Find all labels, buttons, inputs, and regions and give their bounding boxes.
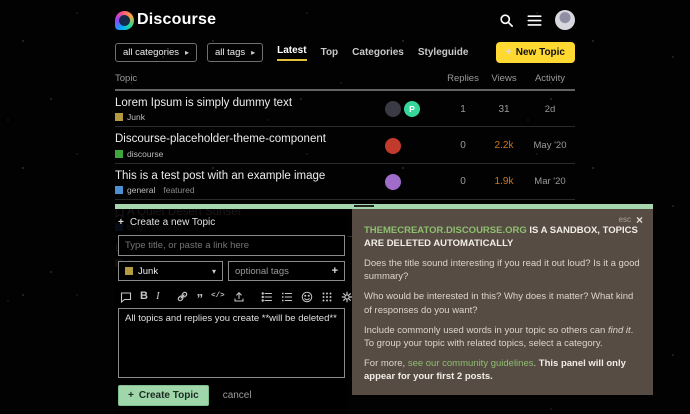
category-color-square [125, 267, 133, 275]
gear-icon[interactable] [341, 291, 353, 303]
category-filter-dropdown[interactable]: all categories ▸ [115, 43, 197, 62]
composer-toolbar: B I ” </> [120, 290, 343, 303]
topic-posters [385, 174, 443, 190]
topic-list-header: Topic Replies Views Activity [115, 73, 575, 91]
create-topic-label: Create Topic [139, 390, 199, 401]
composer-tip-panel: esc × THEMECREATOR.DISCOURSE.ORG IS A SA… [352, 209, 653, 395]
tab-styleguide[interactable]: Styleguide [418, 47, 469, 58]
comment-icon[interactable] [120, 291, 132, 303]
new-topic-label: New Topic [516, 47, 565, 58]
topic-row: Discourse-placeholder-theme-component di… [115, 127, 575, 163]
replies-count: 0 [443, 176, 483, 187]
discourse-app: Discourse all categories ▸ all tags ▸ [0, 0, 690, 414]
tab-latest[interactable]: Latest [277, 45, 306, 61]
link-icon[interactable] [176, 290, 189, 303]
sandbox-site-link[interactable]: THEMECREATOR.DISCOURSE.ORG [364, 225, 527, 236]
italic-icon[interactable]: I [156, 291, 160, 302]
discourse-logo[interactable]: Discourse [115, 11, 216, 30]
options-grid-icon[interactable] [321, 291, 333, 303]
plus-icon: + [506, 47, 512, 58]
chevron-down-icon: ▾ [212, 267, 216, 276]
views-count: 2.2k [483, 140, 525, 151]
category-filter-label: all categories [123, 47, 179, 58]
bulleted-list-icon[interactable] [261, 291, 273, 303]
column-replies[interactable]: Replies [443, 73, 483, 84]
logo-text: Discourse [137, 11, 216, 29]
activity-date[interactable]: May '20 [525, 140, 575, 151]
activity-date[interactable]: Mar '20 [525, 176, 575, 187]
tab-categories[interactable]: Categories [352, 47, 404, 58]
tip-paragraph: For more, see our community guidelines. … [364, 357, 641, 383]
poster-avatar[interactable]: P [404, 101, 420, 117]
tag-input[interactable]: optional tags + [228, 261, 345, 281]
list-controls: all categories ▸ all tags ▸ Latest Top C… [115, 42, 575, 63]
topic-title[interactable]: Lorem Ipsum is simply dummy text [115, 96, 385, 110]
community-guidelines-link[interactable]: see our community guidelines [408, 358, 534, 369]
bold-icon[interactable]: B [140, 291, 148, 302]
views-count: 31 [483, 104, 525, 115]
category-badge[interactable]: Junk [115, 112, 145, 122]
close-icon[interactable]: × [636, 214, 643, 226]
plus-icon: + [332, 265, 338, 277]
topic-posters: P [385, 101, 443, 117]
search-icon[interactable] [499, 13, 514, 28]
plus-icon: + [128, 390, 134, 401]
replies-count: 0 [443, 140, 483, 151]
tip-panel-title: THEMECREATOR.DISCOURSE.ORG IS A SANDBOX,… [364, 224, 641, 250]
column-topic[interactable]: Topic [115, 73, 385, 84]
topic-row: This is a test post with an example imag… [115, 164, 575, 200]
category-badge[interactable]: discourse [115, 149, 163, 159]
esc-hint: esc [619, 214, 631, 225]
cancel-link[interactable]: cancel [223, 390, 252, 401]
topic-posters [385, 138, 443, 154]
topic-row: Lorem Ipsum is simply dummy text Junk P … [115, 91, 575, 127]
category-badge[interactable]: general [115, 185, 155, 195]
views-count: 1.9k [483, 176, 525, 187]
emoji-icon[interactable] [301, 291, 313, 303]
composer-action-title: + Create a new Topic [118, 217, 345, 228]
column-activity[interactable]: Activity [525, 73, 575, 84]
activity-date[interactable]: 2d [525, 104, 575, 115]
category-select[interactable]: Junk ▾ [118, 261, 223, 281]
poster-avatar[interactable] [385, 101, 401, 117]
replies-count: 1 [443, 104, 483, 115]
post-body-textarea[interactable]: All topics and replies you create **will… [118, 308, 345, 378]
tag-filter-dropdown[interactable]: all tags ▸ [207, 43, 263, 62]
user-avatar[interactable] [555, 10, 575, 30]
category-color-square [115, 186, 123, 194]
chevron-right-icon: ▸ [185, 48, 189, 57]
column-views[interactable]: Views [483, 73, 525, 84]
create-topic-button[interactable]: + Create Topic [118, 385, 209, 406]
tip-paragraph: Include commonly used words in your topi… [364, 324, 641, 350]
plus-icon: + [118, 217, 124, 228]
tag-filter-label: all tags [215, 47, 245, 58]
tip-paragraph: Who would be interested in this? Why doe… [364, 290, 641, 316]
category-select-value: Junk [138, 266, 158, 277]
numbered-list-icon[interactable] [281, 291, 293, 303]
tab-top[interactable]: Top [321, 47, 339, 58]
category-color-square [115, 150, 123, 158]
discourse-logo-icon [115, 11, 134, 30]
poster-avatar[interactable] [385, 138, 401, 154]
category-color-square [115, 113, 123, 121]
tag-input-placeholder: optional tags [235, 266, 289, 277]
topic-title-input[interactable] [118, 235, 345, 256]
new-topic-button[interactable]: + New Topic [496, 42, 575, 63]
grippie-handle-icon [354, 205, 374, 207]
poster-avatar[interactable] [385, 174, 401, 190]
site-header: Discourse [115, 0, 575, 36]
topic-title[interactable]: Discourse-placeholder-theme-component [115, 132, 385, 146]
code-icon[interactable]: </> [211, 293, 225, 301]
blockquote-icon[interactable]: ” [197, 291, 204, 303]
topic-tag[interactable]: featured [163, 185, 194, 195]
topic-title[interactable]: This is a test post with an example imag… [115, 169, 385, 183]
composer-panel: + Create a new Topic Junk ▾ optional tag… [115, 204, 653, 414]
hamburger-menu-icon[interactable] [527, 14, 542, 27]
tip-paragraph: Does the title sound interesting if you … [364, 257, 641, 283]
chevron-right-icon: ▸ [251, 48, 255, 57]
nav-pills: Latest Top Categories Styleguide [277, 45, 486, 61]
composer-form: + Create a new Topic Junk ▾ optional tag… [115, 209, 348, 414]
upload-icon[interactable] [233, 291, 245, 303]
